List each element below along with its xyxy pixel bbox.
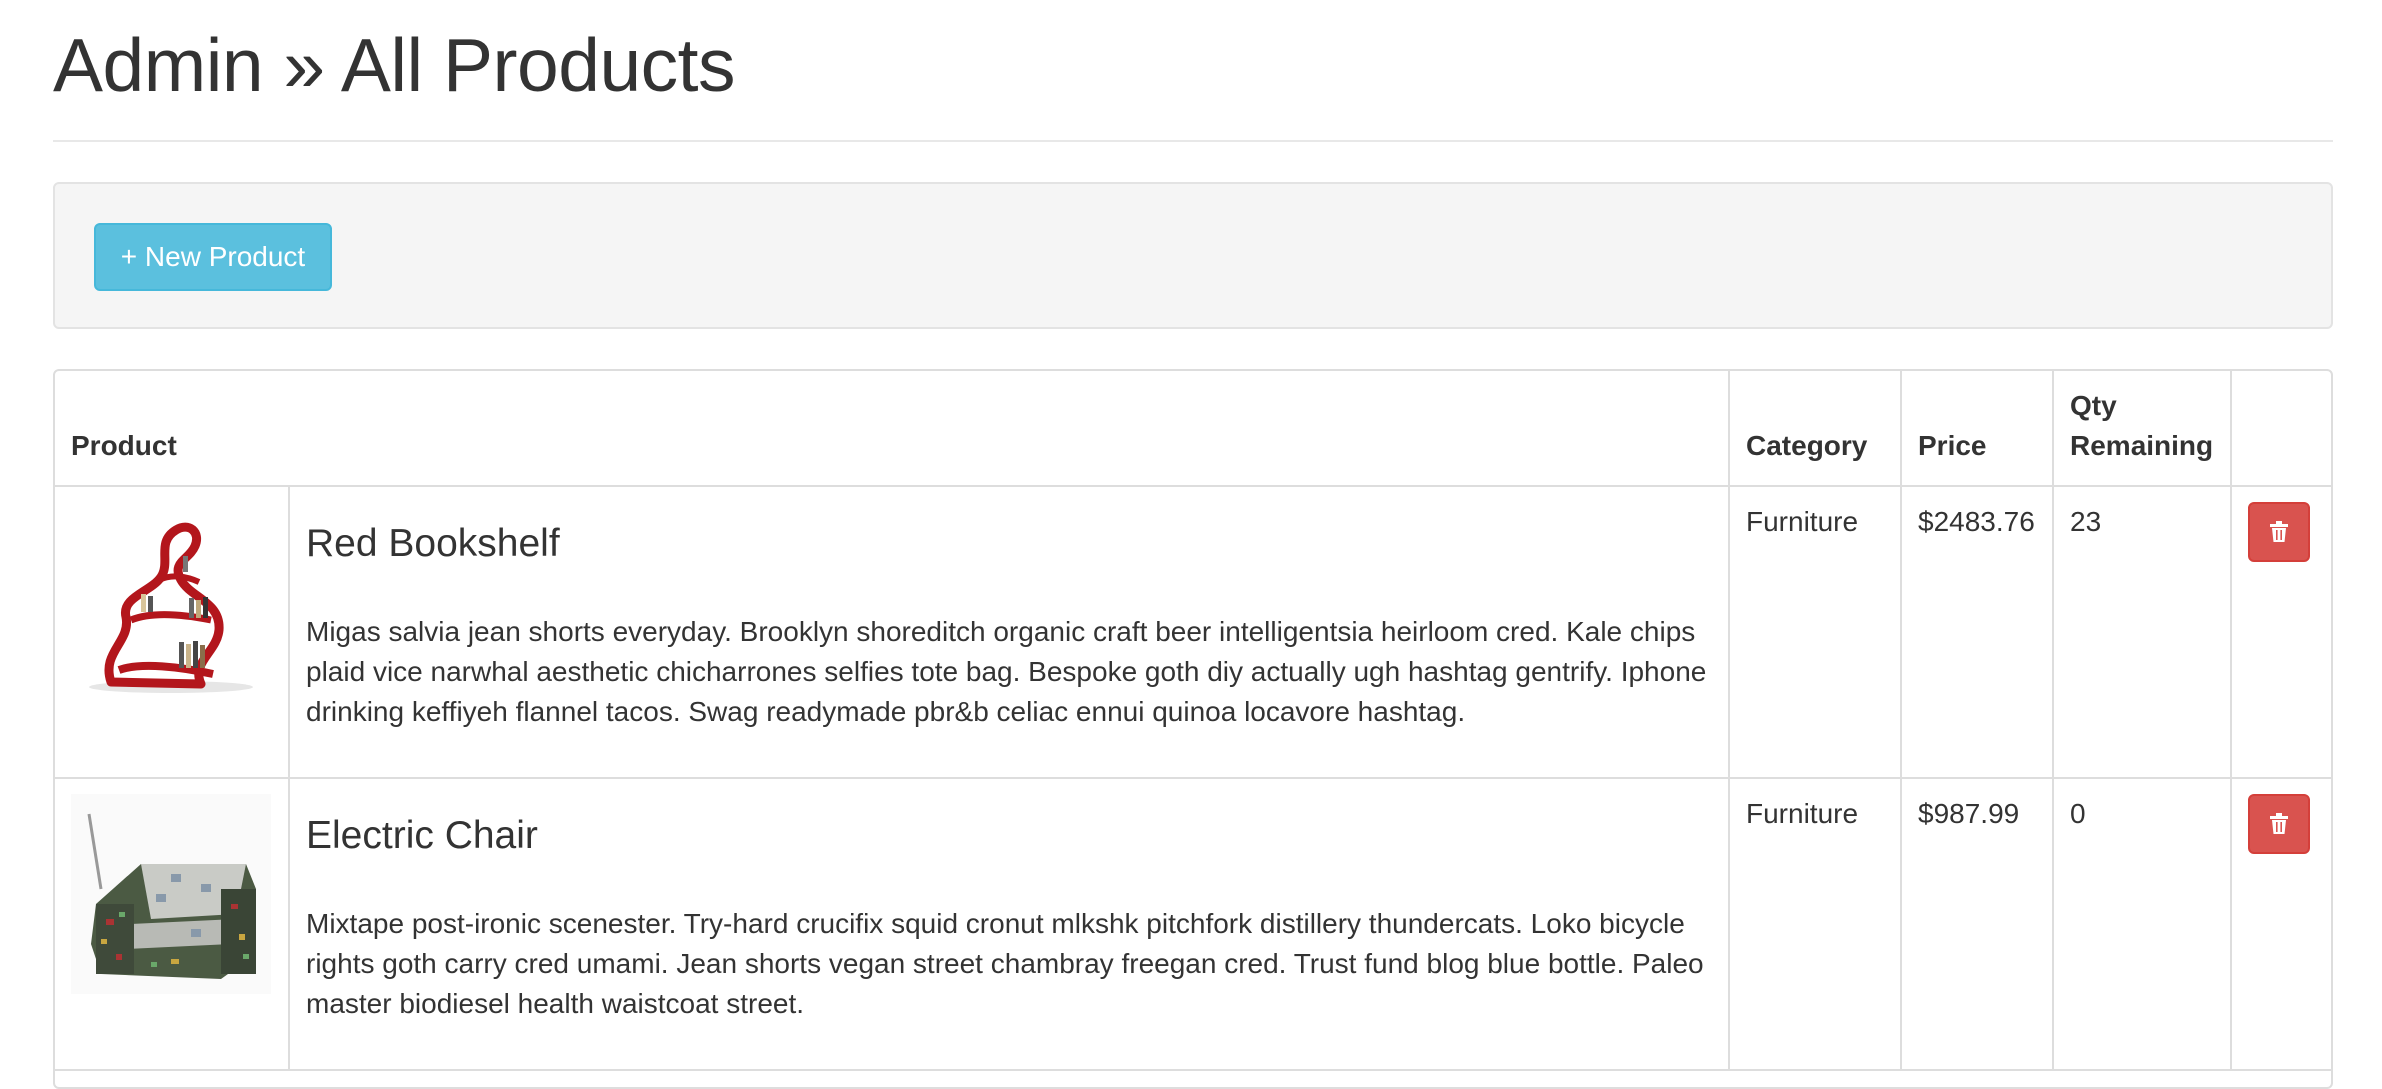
page: Admin » All Products + New Product Produ…	[53, 0, 2333, 1089]
product-qty: 0	[2052, 777, 2232, 1071]
title-divider	[53, 140, 2333, 142]
column-header-price: Price	[1900, 371, 2054, 487]
product-info-cell: Red Bookshelf Migas salvia jean shorts e…	[288, 485, 1730, 779]
products-table-container: Product Category Price Qty Remaining Red…	[53, 369, 2333, 1089]
product-name: Red Bookshelf	[306, 522, 560, 565]
page-title: Admin » All Products	[53, 23, 736, 107]
product-price: $2483.76	[1900, 485, 2054, 779]
product-category: Furniture	[1728, 485, 1902, 779]
trash-icon	[2270, 813, 2288, 834]
red-bookshelf-thumbnail-icon	[89, 522, 253, 693]
delete-button[interactable]	[2248, 794, 2310, 854]
actions-cell	[2230, 777, 2331, 1071]
product-image-cell	[55, 485, 290, 779]
product-price: $987.99	[1900, 777, 2054, 1071]
table-row: Electric Chair Mixtape post-ironic scene…	[55, 777, 2331, 1071]
product-image-cell	[55, 777, 290, 1071]
table-row: Red Bookshelf Migas salvia jean shorts e…	[55, 485, 2331, 779]
product-info-cell: Electric Chair Mixtape post-ironic scene…	[288, 777, 1730, 1071]
products-table: Product Category Price Qty Remaining Red…	[55, 371, 2331, 1071]
column-header-actions	[2230, 371, 2331, 487]
delete-button[interactable]	[2248, 502, 2310, 562]
product-qty: 23	[2052, 485, 2232, 779]
trash-icon	[2270, 521, 2288, 542]
product-name: Electric Chair	[306, 814, 538, 857]
electric-chair-thumbnail-icon	[71, 794, 271, 994]
toolbar-well: + New Product	[53, 182, 2333, 329]
table-header-row: Product Category Price Qty Remaining	[55, 371, 2331, 487]
product-description: Migas salvia jean shorts everyday. Brook…	[306, 616, 1707, 727]
column-header-qty-remaining: Qty Remaining	[2052, 371, 2232, 487]
column-header-product: Product	[55, 371, 1730, 487]
product-category: Furniture	[1728, 777, 1902, 1071]
new-product-button[interactable]: + New Product	[94, 223, 332, 291]
actions-cell	[2230, 485, 2331, 779]
column-header-category: Category	[1728, 371, 1902, 487]
product-description: Mixtape post-ironic scenester. Try-hard …	[306, 908, 1704, 1019]
